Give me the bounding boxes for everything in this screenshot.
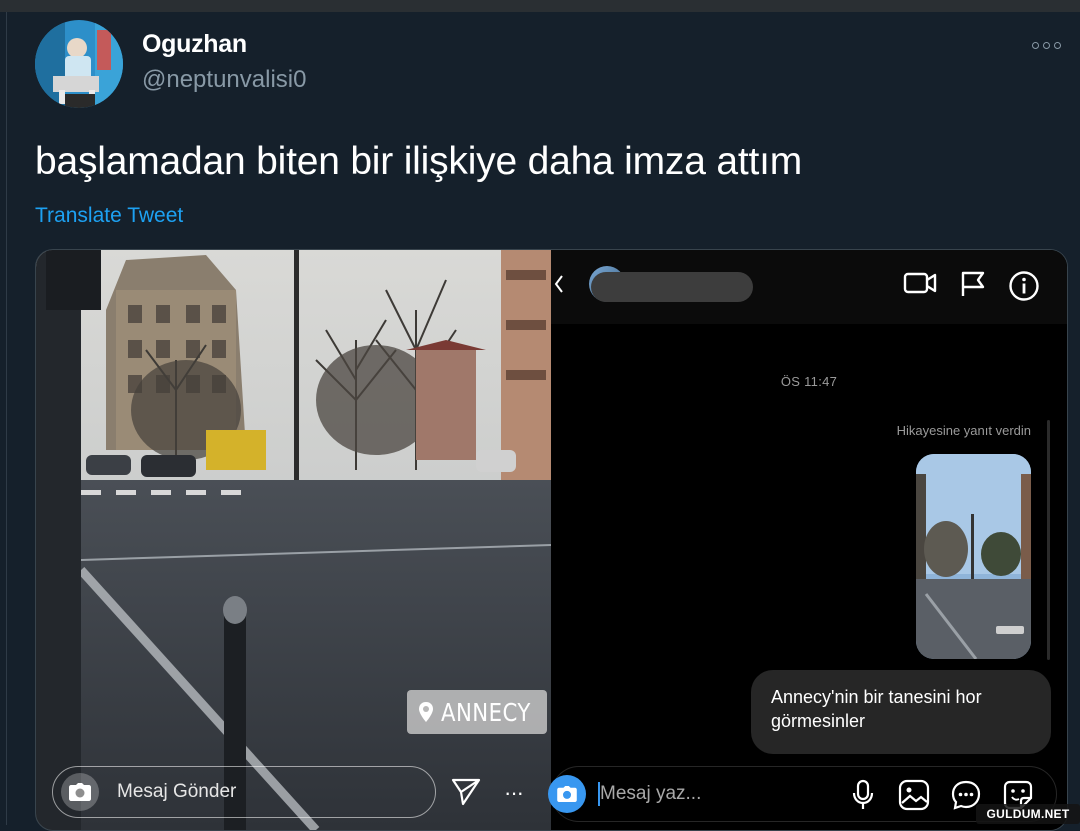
story-reply-label: Hikayesine yanıt verdin: [896, 423, 1031, 438]
scrollbar[interactable]: [1047, 420, 1050, 660]
replied-story-thumbnail[interactable]: [916, 454, 1031, 659]
paper-plane-icon[interactable]: [451, 778, 481, 806]
location-label: ANNECY: [441, 697, 531, 727]
video-call-icon[interactable]: [903, 270, 937, 296]
author-avatar[interactable]: [35, 20, 123, 108]
camera-icon[interactable]: [61, 773, 99, 811]
story-photo: ANNECY Mesaj Gönder ···: [36, 250, 552, 830]
message-timestamp: ÖS 11:47: [780, 374, 838, 389]
story-message-input[interactable]: Mesaj Gönder: [52, 766, 436, 818]
top-bar: [0, 0, 1080, 12]
translate-tweet-link[interactable]: Translate Tweet: [35, 204, 183, 228]
info-icon[interactable]: [1008, 270, 1040, 302]
location-sticker: ANNECY: [407, 690, 547, 734]
timeline-border: [6, 12, 7, 825]
flag-icon[interactable]: [959, 270, 987, 298]
message-bubble[interactable]: Annecy'nin bir tanesini hor görmesinler: [751, 670, 1051, 754]
watermark: GULDUM.NET: [976, 804, 1080, 824]
tweet-text: başlamadan biten bir ilişkiye daha imza …: [35, 140, 803, 183]
location-pin-icon: [419, 702, 433, 722]
gallery-icon[interactable]: [898, 779, 930, 811]
more-dots-icon[interactable]: [1032, 34, 1068, 56]
dm-camera-icon[interactable]: [548, 775, 586, 813]
author-handle[interactable]: @neptunvalisi0: [142, 66, 306, 94]
story-more-icon[interactable]: ···: [504, 780, 524, 806]
dm-header: [551, 250, 1067, 324]
dm-screen: ÖS 11:47 Hikayesine yanıt verdin Annecy'…: [548, 250, 1067, 830]
tweet-media[interactable]: ANNECY Mesaj Gönder ··· ÖS 11:47 Hikayes…: [35, 249, 1068, 831]
microphone-icon[interactable]: [850, 779, 876, 811]
author-name[interactable]: Oguzhan: [142, 30, 247, 59]
back-chevron-icon[interactable]: [554, 274, 564, 294]
dm-input-placeholder: Mesaj yaz...: [600, 783, 702, 804]
contact-name-redacted: [591, 272, 753, 302]
story-message-placeholder: Mesaj Gönder: [117, 781, 237, 802]
